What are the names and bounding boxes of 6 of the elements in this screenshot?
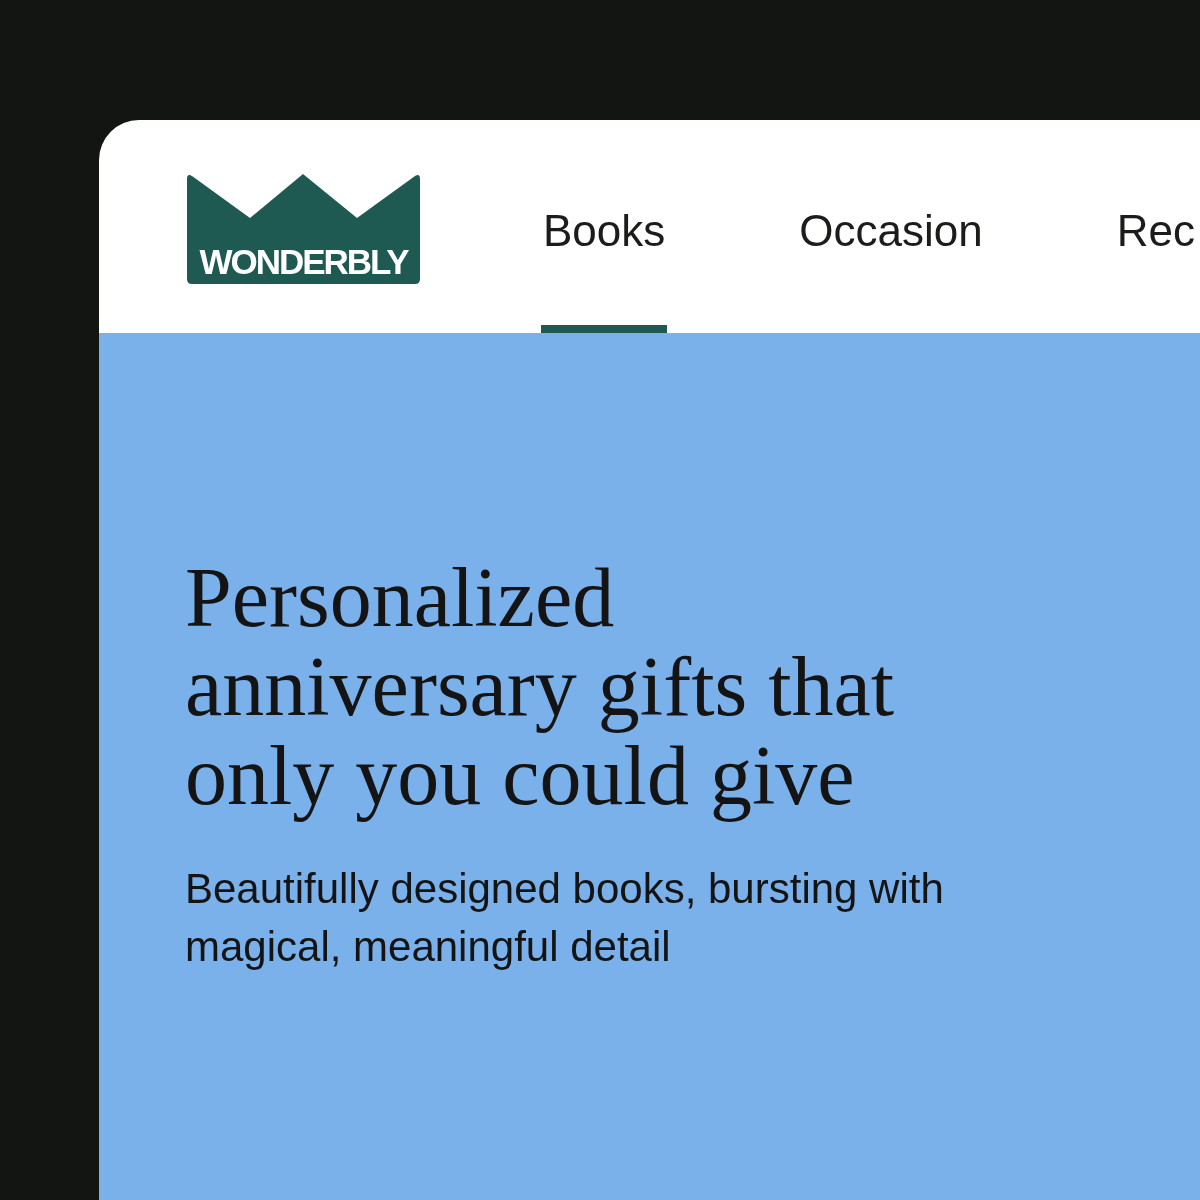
hero-heading: Personalized anniversary gifts that only you could give [185,553,896,820]
hero-subheading: Beautifully designed books, bursting with magical, meaningful detail [185,864,945,972]
nav-tab[interactable]: Rec [1114,120,1197,333]
nav-tab[interactable]: Occasion [797,120,985,333]
crown-logo-icon [187,173,420,284]
logo-text: WONDERBLY [198,244,410,279]
